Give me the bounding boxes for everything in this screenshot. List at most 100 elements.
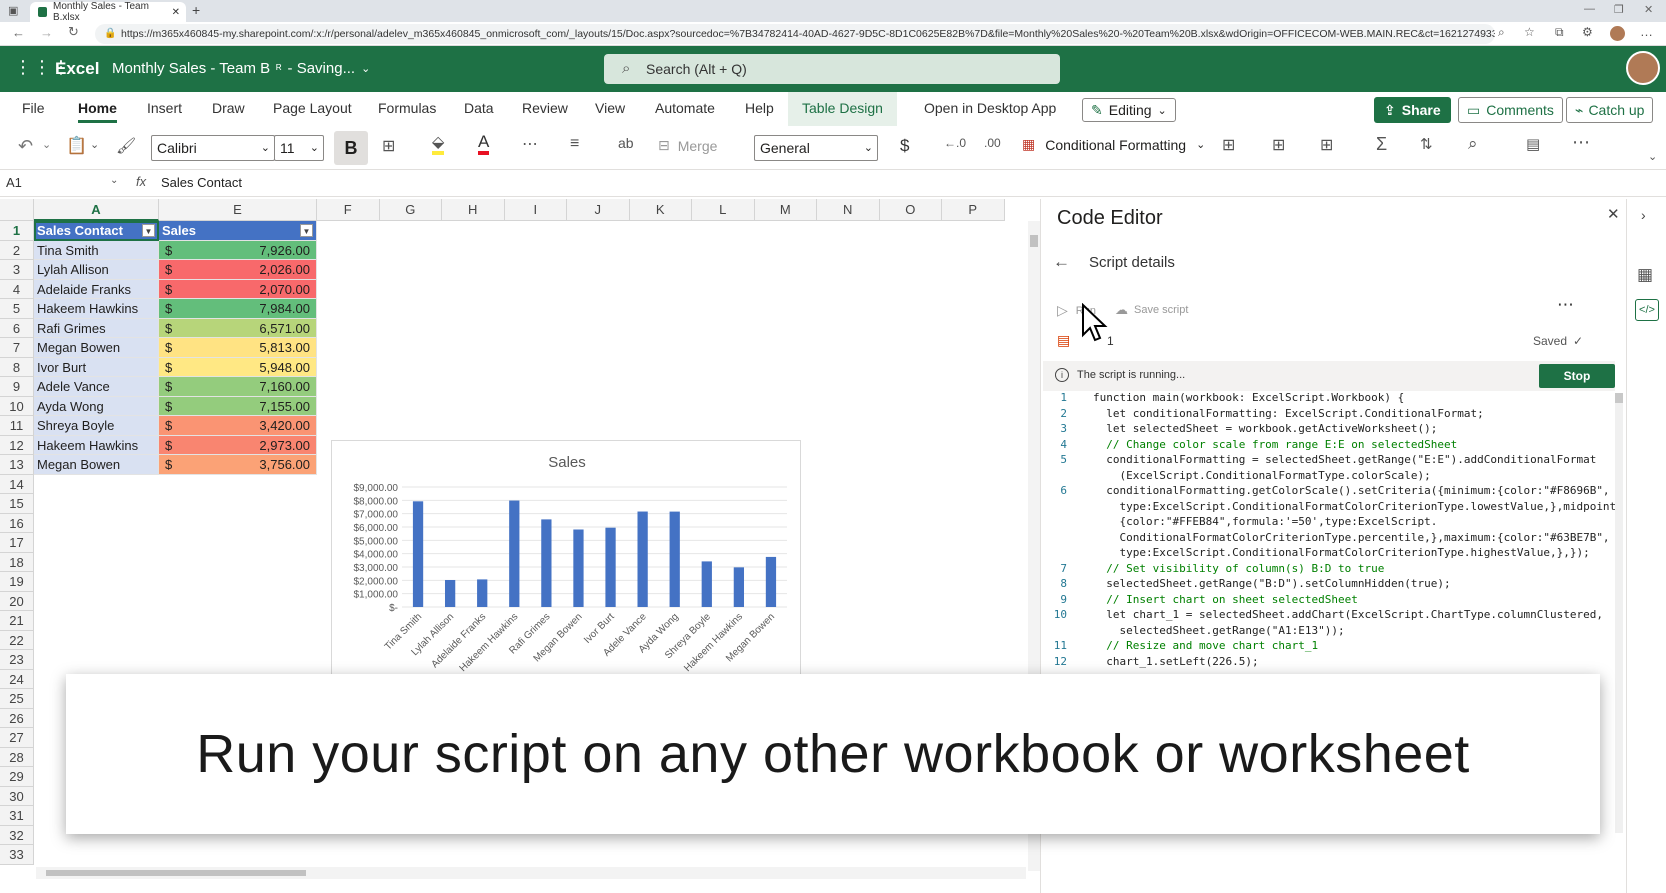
- tab-home[interactable]: Home: [78, 100, 117, 123]
- column-header-k[interactable]: K: [629, 199, 692, 221]
- scroll-thumb[interactable]: [1030, 235, 1038, 247]
- table-cell-sales[interactable]: $5,948.00: [159, 357, 317, 377]
- analyze-data-icon[interactable]: ▤: [1526, 135, 1540, 153]
- code-line[interactable]: // Set visibility of column(s) B:D to tr…: [1093, 562, 1384, 575]
- column-header-e[interactable]: E: [159, 199, 317, 221]
- editing-mode-button[interactable]: ✎ Editing ⌄: [1082, 98, 1176, 122]
- tab-help[interactable]: Help: [745, 100, 774, 116]
- table-cell-name[interactable]: Hakeem Hawkins: [34, 435, 159, 455]
- table-cell-name[interactable]: Ayda Wong: [34, 396, 159, 416]
- font-color-icon[interactable]: A: [478, 133, 490, 155]
- code-line[interactable]: type:ExcelScript.ConditionalFormatColorC…: [1093, 500, 1622, 513]
- column-header-p[interactable]: P: [942, 199, 1005, 221]
- row-header[interactable]: 2: [0, 240, 34, 260]
- row-header[interactable]: 17: [0, 533, 34, 553]
- increase-decimal-icon[interactable]: .00: [984, 136, 1001, 150]
- column-header-f[interactable]: F: [317, 199, 380, 221]
- format-as-table-icon[interactable]: ⊞: [1222, 135, 1235, 155]
- row-header[interactable]: 14: [0, 474, 34, 494]
- column-header-n[interactable]: N: [817, 199, 880, 221]
- column-header-m[interactable]: M: [754, 199, 817, 221]
- code-line[interactable]: // Insert chart on sheet selectedSheet: [1093, 593, 1358, 606]
- decrease-decimal-icon[interactable]: ←.0: [944, 136, 966, 150]
- refresh-icon[interactable]: ↻: [68, 24, 79, 40]
- table-cell-name[interactable]: Tina Smith: [34, 240, 159, 260]
- column-header-h[interactable]: H: [442, 199, 505, 221]
- row-header[interactable]: 9: [0, 377, 34, 397]
- tab-draw[interactable]: Draw: [212, 100, 245, 116]
- row-header[interactable]: 6: [0, 318, 34, 338]
- row-header[interactable]: 29: [0, 767, 34, 787]
- row-header[interactable]: 13: [0, 455, 34, 475]
- code-line[interactable]: type:ExcelScript.ConditionalFormatColorC…: [1093, 546, 1589, 559]
- code-line[interactable]: let conditionalFormatting: ExcelScript.C…: [1093, 407, 1484, 420]
- extensions-icon[interactable]: ⚙: [1582, 25, 1593, 39]
- code-line[interactable]: // Change color scale from range E:E on …: [1093, 438, 1457, 451]
- find-icon[interactable]: ⌕: [1468, 134, 1478, 154]
- back-arrow-icon[interactable]: ←: [1053, 252, 1070, 272]
- row-header[interactable]: 1: [0, 221, 34, 241]
- code-scrollbar[interactable]: [1615, 393, 1623, 833]
- chevron-down-icon[interactable]: ⌄: [42, 138, 51, 151]
- user-avatar[interactable]: [1626, 51, 1660, 85]
- font-size-select[interactable]: 11 ⌄: [274, 135, 324, 161]
- tab-page-layout[interactable]: Page Layout: [273, 100, 352, 116]
- code-line[interactable]: selectedSheet.getRange("A1:E13"));: [1093, 624, 1344, 637]
- table-cell-sales[interactable]: $7,926.00: [159, 240, 317, 260]
- table-cell-sales[interactable]: $2,070.00: [159, 279, 317, 299]
- table-cell-sales[interactable]: $3,420.00: [159, 416, 317, 436]
- function-icon[interactable]: fx: [136, 174, 146, 189]
- row-header[interactable]: 28: [0, 747, 34, 767]
- chevron-down-icon[interactable]: ⌄: [90, 138, 99, 151]
- table-cell-name[interactable]: Rafi Grimes: [34, 318, 159, 338]
- document-title[interactable]: Monthly Sales - Team B ᴿ - Saving... ⌄: [112, 60, 370, 77]
- tab-data[interactable]: Data: [464, 100, 494, 116]
- table-header-sales[interactable]: Sales ▼: [159, 221, 317, 241]
- undo-icon[interactable]: ↶: [18, 136, 33, 157]
- table-cell-sales[interactable]: $2,026.00: [159, 260, 317, 280]
- forward-icon[interactable]: →: [40, 25, 53, 40]
- filter-dropdown-icon[interactable]: ▼: [300, 224, 313, 237]
- scroll-thumb[interactable]: [46, 870, 306, 876]
- table-cell-sales[interactable]: $7,155.00: [159, 396, 317, 416]
- paste-icon[interactable]: 📋: [66, 136, 87, 156]
- table-cell-name[interactable]: Ivor Burt: [34, 357, 159, 377]
- new-tab-icon[interactable]: +: [192, 2, 200, 18]
- url-field[interactable]: 🔒 https://m365x460845-my.sharepoint.com/…: [95, 24, 1495, 44]
- close-tab-icon[interactable]: ✕: [172, 7, 180, 18]
- table-cell-name[interactable]: Adele Vance: [34, 377, 159, 397]
- comments-button[interactable]: ▭ Comments: [1458, 97, 1563, 123]
- row-header[interactable]: 23: [0, 650, 34, 670]
- code-line[interactable]: // Resize and move chart chart_1: [1093, 639, 1318, 652]
- filter-dropdown-icon[interactable]: ▼: [142, 224, 155, 237]
- more-actions-icon[interactable]: ⋯: [1557, 295, 1574, 315]
- share-button[interactable]: ⇪ Share: [1374, 97, 1451, 123]
- wrap-text-icon[interactable]: ab: [618, 135, 634, 151]
- code-line[interactable]: (ExcelScript.ConditionalFormatType.color…: [1093, 469, 1430, 482]
- code-line[interactable]: conditionalFormatting.getColorScale().se…: [1093, 484, 1609, 497]
- table-cell-sales[interactable]: $5,813.00: [159, 338, 317, 358]
- sort-filter-icon[interactable]: ⇅: [1420, 135, 1433, 153]
- collections-icon[interactable]: ⧉: [1555, 25, 1564, 40]
- save-script-button[interactable]: ☁ Save script: [1115, 302, 1188, 318]
- scroll-thumb[interactable]: [1615, 393, 1623, 403]
- code-line[interactable]: conditionalFormatting = selectedSheet.ge…: [1093, 453, 1596, 466]
- favorite-icon[interactable]: ☆: [1524, 25, 1535, 39]
- code-line[interactable]: {color:"#FFEB84",formula:'=50',type:Exce…: [1093, 515, 1437, 528]
- table-cell-name[interactable]: Shreya Boyle: [34, 416, 159, 436]
- browser-menu-icon[interactable]: …: [1640, 24, 1653, 39]
- table-cell-sales[interactable]: $6,571.00: [159, 318, 317, 338]
- table-cell-name[interactable]: Megan Bowen: [34, 338, 159, 358]
- minimize-icon[interactable]: —: [1584, 3, 1595, 15]
- more-options-icon[interactable]: ⋯: [1572, 132, 1590, 153]
- row-header[interactable]: 31: [0, 806, 34, 826]
- code-line[interactable]: selectedSheet.getRange("B:D").setColumnH…: [1093, 577, 1450, 590]
- browser-tab[interactable]: Monthly Sales - Team B.xlsx ✕: [30, 1, 186, 23]
- zoom-icon[interactable]: ⌕: [1498, 25, 1505, 40]
- row-header[interactable]: 22: [0, 630, 34, 650]
- back-icon[interactable]: ←: [12, 25, 25, 40]
- close-window-icon[interactable]: ✕: [1644, 3, 1653, 16]
- table-cell-name[interactable]: Megan Bowen: [34, 455, 159, 475]
- tab-table-design[interactable]: Table Design: [788, 92, 897, 126]
- catch-up-button[interactable]: ⌁ Catch up: [1566, 97, 1654, 123]
